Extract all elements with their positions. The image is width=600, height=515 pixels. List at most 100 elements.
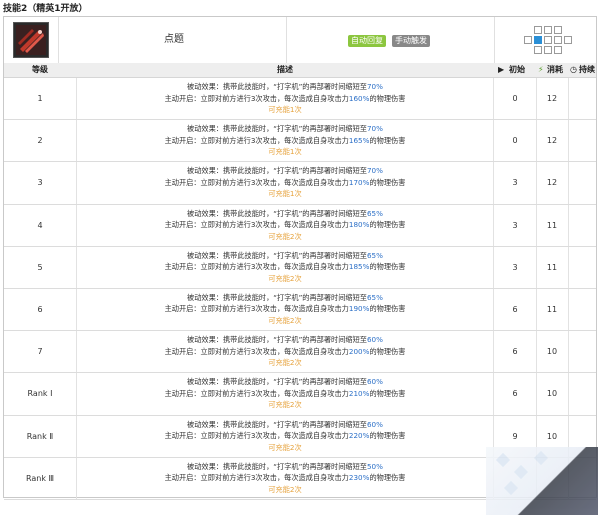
- passive-line: 被动效果：携带此技能时，“打字机”的再部署时间缩短至70%: [187, 82, 383, 91]
- charges-line: 可充能1次: [268, 147, 302, 157]
- level-cell: Rank Ⅰ: [27, 389, 53, 399]
- level-cell: 1: [37, 94, 43, 104]
- skill-header: 点题 自动回复 手动触发: [4, 17, 596, 64]
- initial-sp-cell: 6: [494, 373, 537, 415]
- table-row: 1 被动效果：携带此技能时，“打字机”的再部署时间缩短至70% 主动开启：立即对前方…: [4, 78, 596, 121]
- description-cell: 被动效果：携带此技能时，“打字机”的再部署时间缩短至70% 主动开启：立即对前方进…: [76, 78, 494, 120]
- charges-line: 可充能2次: [268, 231, 302, 241]
- charges-line: 可充能2次: [268, 315, 302, 325]
- charges-line: 可充能2次: [268, 400, 302, 410]
- passive-line: 被动效果：携带此技能时，“打字机”的再部署时间缩短至65%: [187, 208, 383, 218]
- table-row: 6 被动效果：携带此技能时，“打字机”的再部署时间缩短至65% 主动开启：立即对前方…: [4, 288, 596, 332]
- skill-name: 点题: [164, 34, 184, 45]
- sp-cost-cell: 10: [536, 331, 569, 373]
- description-cell: 被动效果：携带此技能时，“打字机”的再部署时间缩短至70% 主动开启：立即对前方进…: [76, 162, 494, 204]
- active-line: 主动开启：立即对前方进行3次攻击，每次造成自身攻击力190%的物理伤害: [164, 304, 406, 314]
- skill-icon: [13, 22, 49, 58]
- description-cell: 被动效果：携带此技能时，“打字机”的再部署时间缩短至60% 主动开启：立即对前方进…: [76, 415, 494, 457]
- duration-cell: [568, 289, 596, 330]
- table-row: 2 被动效果：携带此技能时，“打字机”的再部署时间缩短至70% 主动开启：立即对前方…: [4, 120, 596, 163]
- sp-cost-cell: 10: [536, 373, 569, 415]
- duration-cell: [568, 373, 596, 414]
- initial-sp-cell: 6: [494, 331, 537, 373]
- level-cell: 4: [37, 220, 43, 230]
- passive-line: 被动效果：携带此技能时，“打字机”的再部署时间缩短至50%: [187, 461, 383, 471]
- active-line: 主动开启：立即对前方进行3次攻击，每次造成自身攻击力230%的物理伤害: [164, 473, 406, 483]
- description-cell: 被动效果：携带此技能时，“打字机”的再部署时间缩短至65% 主动开启：立即对前方进…: [76, 288, 494, 331]
- charges-line: 可充能2次: [268, 484, 302, 494]
- level-cell: 5: [37, 262, 43, 272]
- level-cell: 3: [37, 178, 43, 188]
- level-rows: 1 被动效果：携带此技能时，“打字机”的再部署时间缩短至70% 主动开启：立即对前方…: [4, 78, 596, 500]
- active-line: 主动开启：立即对前方进行3次攻击，每次造成自身攻击力160%的物理伤害: [164, 93, 406, 103]
- initial-sp-cell: 6: [494, 288, 537, 331]
- charges-line: 可充能2次: [268, 358, 302, 368]
- level-cell: 7: [37, 347, 43, 357]
- table-row: 3 被动效果：携带此技能时，“打字机”的再部署时间缩短至70% 主动开启：立即对前方…: [4, 162, 596, 205]
- sp-cost-cell: 12: [536, 162, 569, 204]
- table-row: 4 被动效果：携带此技能时，“打字机”的再部署时间缩短至65% 主动开启：立即对前方…: [4, 204, 596, 247]
- sp-cost-cell: 11: [536, 204, 569, 246]
- charges-line: 可充能2次: [268, 273, 302, 283]
- passive-line: 被动效果：携带此技能时，“打字机”的再部署时间缩短至60%: [187, 335, 383, 345]
- passive-line: 被动效果：携带此技能时，“打字机”的再部署时间缩短至65%: [187, 292, 383, 302]
- duration-cell: [568, 162, 596, 203]
- passive-line: 被动效果：携带此技能时，“打字机”的再部署时间缩短至65%: [187, 250, 383, 260]
- header-divider: [58, 17, 59, 63]
- column-header: 等级 描述 ▶ 初始 ⚡ 消耗 ◷ 持续: [4, 63, 596, 78]
- initial-sp-cell: 0: [494, 78, 537, 120]
- initial-sp-cell: 3: [494, 246, 537, 288]
- col-description: 描述: [277, 65, 293, 74]
- passive-line: 被动效果：携带此技能时，“打字机”的再部署时间缩短至60%: [187, 419, 383, 429]
- description-cell: 被动效果：携带此技能时，“打字机”的再部署时间缩短至70% 主动开启：立即对前方进…: [76, 120, 494, 162]
- initial-sp-cell: 3: [494, 204, 537, 246]
- active-line: 主动开启：立即对前方进行3次攻击，每次造成自身攻击力185%的物理伤害: [164, 262, 406, 272]
- skill-table: 点题 自动回复 手动触发 等级 描述 ▶ 初始 ⚡ 消耗 ◷ 持续 1 被动效果：…: [3, 16, 598, 515]
- charges-line: 可充能2次: [268, 442, 302, 452]
- charges-line: 可充能1次: [268, 189, 302, 199]
- clock-icon: ◷: [570, 65, 577, 74]
- watermark-image: [486, 447, 598, 515]
- active-line: 主动开启：立即对前方进行3次攻击，每次造成自身攻击力180%的物理伤害: [164, 220, 406, 230]
- level-cell: 6: [37, 305, 43, 315]
- active-line: 主动开启：立即对前方进行3次攻击，每次造成自身攻击力220%的物理伤害: [164, 431, 406, 440]
- passive-line: 被动效果：携带此技能时，“打字机”的再部署时间缩短至70%: [187, 166, 383, 176]
- col-sp-cost: 消耗: [547, 65, 563, 74]
- active-line: 主动开启：立即对前方进行3次攻击，每次造成自身攻击力200%的物理伤害: [164, 346, 406, 356]
- table-row: 5 被动效果：携带此技能时，“打字机”的再部署时间缩短至65% 主动开启：立即对前方…: [4, 246, 596, 289]
- description-cell: 被动效果：携带此技能时，“打字机”的再部署时间缩短至60% 主动开启：立即对前方进…: [76, 373, 494, 415]
- initial-sp-cell: 3: [494, 162, 537, 204]
- active-line: 主动开启：立即对前方进行3次攻击，每次造成自身攻击力165%的物理伤害: [164, 135, 406, 145]
- sp-cost-cell: 11: [536, 288, 569, 331]
- initial-sp-cell: 0: [494, 120, 537, 162]
- sp-cost-cell: 12: [536, 78, 569, 120]
- duration-cell: [568, 331, 596, 372]
- charges-line: 可充能1次: [268, 105, 302, 114]
- col-duration: 持续: [579, 65, 595, 74]
- table-row: 7 被动效果：携带此技能时，“打字机”的再部署时间缩短至60% 主动开启：立即对前方…: [4, 331, 596, 374]
- duration-cell: [568, 120, 596, 161]
- passive-line: 被动效果：携带此技能时，“打字机”的再部署时间缩短至70%: [187, 124, 383, 134]
- col-level: 等级: [32, 65, 48, 74]
- play-icon: ▶: [498, 65, 505, 74]
- sp-cost-cell: 12: [536, 120, 569, 162]
- level-cell: 2: [37, 136, 43, 146]
- passive-line: 被动效果：携带此技能时，“打字机”的再部署时间缩短至60%: [187, 377, 383, 387]
- description-cell: 被动效果：携带此技能时，“打字机”的再部署时间缩短至50% 主动开启：立即对前方进…: [76, 457, 494, 499]
- section-title: 技能2（精英1开放）: [3, 4, 88, 14]
- level-cell: Rank Ⅲ: [25, 473, 55, 483]
- duration-cell: [568, 247, 596, 288]
- lightning-icon: ⚡: [538, 65, 544, 74]
- header-divider: [494, 17, 495, 63]
- active-line: 主动开启：立即对前方进行3次攻击，每次造成自身攻击力170%的物理伤害: [164, 177, 406, 187]
- description-cell: 被动效果：携带此技能时，“打字机”的再部署时间缩短至65% 主动开启：立即对前方进…: [76, 246, 494, 288]
- description-cell: 被动效果：携带此技能时，“打字机”的再部署时间缩短至65% 主动开启：立即对前方进…: [76, 204, 494, 246]
- level-cell: Rank Ⅱ: [26, 431, 54, 441]
- sp-cost-cell: 11: [536, 246, 569, 288]
- table-row: Rank Ⅰ 被动效果：携带此技能时，“打字机”的再部署时间缩短至60% 主动开启：…: [4, 373, 596, 416]
- duration-cell: [568, 78, 596, 119]
- description-cell: 被动效果：携带此技能时，“打字机”的再部署时间缩短至60% 主动开启：立即对前方进…: [76, 331, 494, 373]
- active-line: 主动开启：立即对前方进行3次攻击，每次造成自身攻击力210%的物理伤害: [164, 388, 406, 398]
- tag-auto-recovery: 自动回复: [348, 35, 386, 47]
- header-divider: [286, 17, 287, 63]
